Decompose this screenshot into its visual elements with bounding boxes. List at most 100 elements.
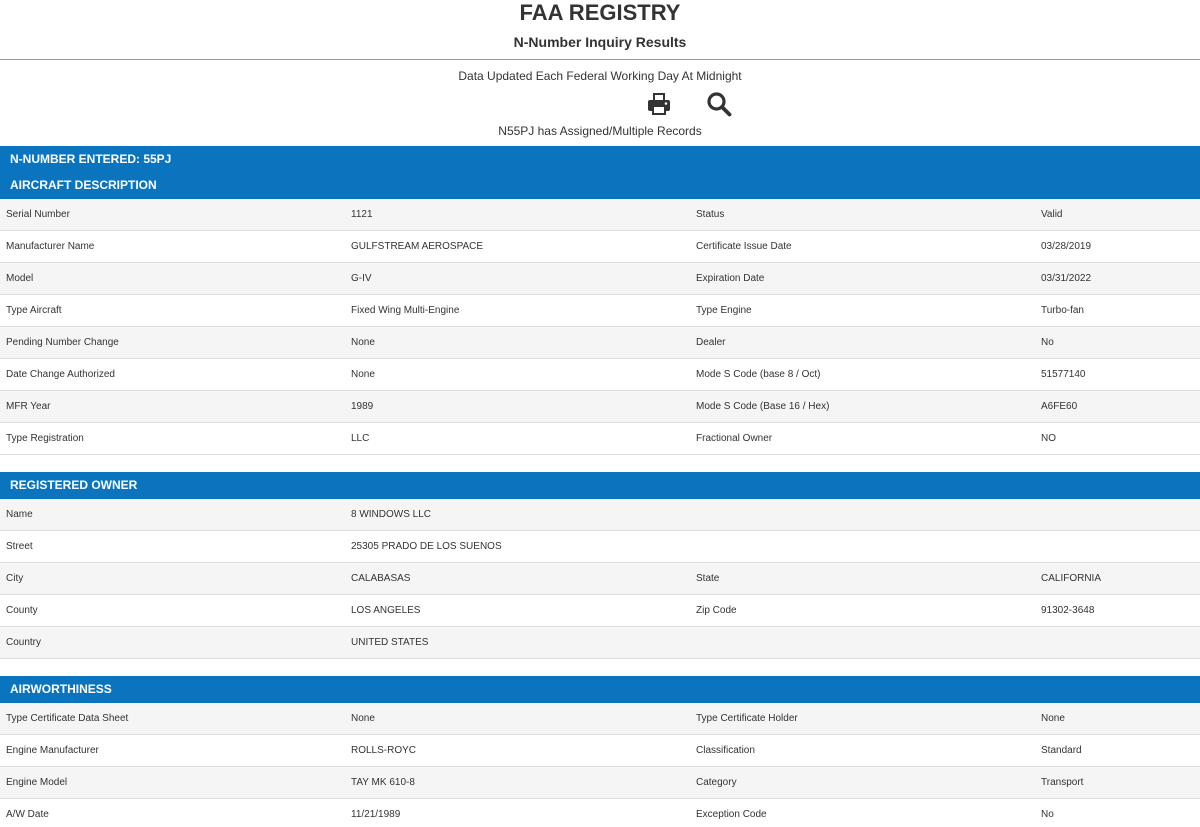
update-notice: Data Updated Each Federal Working Day At… — [458, 69, 742, 83]
table-row: Type Registration LLC Fractional Owner NO — [0, 422, 1200, 455]
field-label: Zip Code — [690, 594, 1035, 627]
table-row: Country UNITED STATES — [0, 626, 1200, 659]
table-row: Engine Model TAY MK 610-8 Category Transpor… — [0, 766, 1200, 799]
field-label: Certificate Issue Date — [690, 230, 1035, 263]
table-row: Model G-IV Expiration Date 03/31/2022 — [0, 262, 1200, 295]
aircraft-description-table: Serial Number 1121 Status Valid Manufacturer… — [0, 199, 1200, 455]
field-label: Expiration Date — [690, 262, 1035, 295]
table-row: Engine Manufacturer ROLLS-ROYC Classificat… — [0, 734, 1200, 767]
registered-owner-table: Name 8 WINDOWS LLC Street 25305 PRADO DE LO… — [0, 499, 1200, 659]
field-value: UNITED STATES — [345, 626, 690, 659]
field-value: 03/28/2019 — [1035, 230, 1200, 263]
field-value: None — [1035, 703, 1200, 735]
field-value: CALABASAS — [345, 562, 690, 595]
page-title: FAA REGISTRY — [519, 0, 681, 25]
field-label: Manufacturer Name — [0, 230, 345, 263]
table-row: A/W Date 11/21/1989 Exception Code No — [0, 798, 1200, 827]
field-label: Serial Number — [0, 199, 345, 231]
field-label: Dealer — [690, 326, 1035, 359]
field-value: 25305 PRADO DE LOS SUENOS — [345, 530, 690, 563]
field-label: Exception Code — [690, 798, 1035, 827]
field-label: Type Aircraft — [0, 294, 345, 327]
field-value — [1035, 499, 1200, 531]
field-label: Mode S Code (base 8 / Oct) — [690, 358, 1035, 391]
table-row: Name 8 WINDOWS LLC — [0, 499, 1200, 531]
print-icon[interactable] — [646, 91, 672, 117]
field-label: A/W Date — [0, 798, 345, 827]
field-label: Engine Model — [0, 766, 345, 799]
field-label: City — [0, 562, 345, 595]
field-label: Mode S Code (Base 16 / Hex) — [690, 390, 1035, 423]
n-number-entered-bar: N-NUMBER ENTERED: 55PJ — [0, 146, 1200, 172]
field-label: Pending Number Change — [0, 326, 345, 359]
field-value — [1035, 530, 1200, 563]
field-value: A6FE60 — [1035, 390, 1200, 423]
field-label: Classification — [690, 734, 1035, 767]
field-value: None — [345, 703, 690, 735]
field-label: Status — [690, 199, 1035, 231]
field-label: Model — [0, 262, 345, 295]
field-value: 11/21/1989 — [345, 798, 690, 827]
page-header: FAA REGISTRY N-Number Inquiry Results — [0, 0, 1200, 60]
field-value: LOS ANGELES — [345, 594, 690, 627]
field-label: Type Certificate Data Sheet — [0, 703, 345, 735]
field-label: State — [690, 562, 1035, 595]
table-row: Manufacturer Name GULFSTREAM AEROSPACE Cer… — [0, 230, 1200, 263]
field-label: Fractional Owner — [690, 422, 1035, 455]
field-value — [1035, 626, 1200, 659]
field-label: Street — [0, 530, 345, 563]
field-label: County — [0, 594, 345, 627]
table-row: Serial Number 1121 Status Valid — [0, 199, 1200, 231]
table-row: Type Certificate Data Sheet None Type Cert… — [0, 703, 1200, 735]
field-value: 91302-3648 — [1035, 594, 1200, 627]
field-label: Country — [0, 626, 345, 659]
field-value: 1121 — [345, 199, 690, 231]
field-value: TAY MK 610-8 — [345, 766, 690, 799]
field-value: No — [1035, 798, 1200, 827]
registered-owner-heading: REGISTERED OWNER — [0, 472, 1200, 499]
field-label: Category — [690, 766, 1035, 799]
info-area: Data Updated Each Federal Working Day At… — [0, 60, 1200, 146]
field-label: Type Registration — [0, 422, 345, 455]
field-label: Name — [0, 499, 345, 531]
table-row: Pending Number Change None Dealer No — [0, 326, 1200, 359]
field-value: None — [345, 326, 690, 359]
field-label: Type Engine — [690, 294, 1035, 327]
table-row: Date Change Authorized None Mode S Code (b… — [0, 358, 1200, 391]
field-label: Engine Manufacturer — [0, 734, 345, 767]
field-value: None — [345, 358, 690, 391]
field-value: Fixed Wing Multi-Engine — [345, 294, 690, 327]
field-value: NO — [1035, 422, 1200, 455]
field-label: MFR Year — [0, 390, 345, 423]
field-value: GULFSTREAM AEROSPACE — [345, 230, 690, 263]
field-label: Date Change Authorized — [0, 358, 345, 391]
field-value: 51577140 — [1035, 358, 1200, 391]
field-value: ROLLS-ROYC — [345, 734, 690, 767]
field-label: Type Certificate Holder — [690, 703, 1035, 735]
table-row: County LOS ANGELES Zip Code 91302-3648 — [0, 594, 1200, 627]
field-value: 03/31/2022 — [1035, 262, 1200, 295]
table-row: Street 25305 PRADO DE LOS SUENOS — [0, 530, 1200, 563]
field-value: 1989 — [345, 390, 690, 423]
field-value: Standard — [1035, 734, 1200, 767]
page-subtitle: N-Number Inquiry Results — [513, 34, 687, 50]
field-value: No — [1035, 326, 1200, 359]
records-notice: N55PJ has Assigned/Multiple Records — [498, 124, 702, 138]
airworthiness-heading: AIRWORTHINESS — [0, 676, 1200, 703]
field-label — [690, 530, 1035, 563]
field-value: 8 WINDOWS LLC — [345, 499, 690, 531]
field-value: Transport — [1035, 766, 1200, 799]
field-label — [690, 499, 1035, 531]
field-value: G-IV — [345, 262, 690, 295]
search-icon[interactable] — [706, 91, 732, 117]
airworthiness-table: Type Certificate Data Sheet None Type Cert… — [0, 703, 1200, 827]
field-value: CALIFORNIA — [1035, 562, 1200, 595]
field-value: LLC — [345, 422, 690, 455]
field-value: Turbo-fan — [1035, 294, 1200, 327]
field-label — [690, 626, 1035, 659]
table-row: Type Aircraft Fixed Wing Multi-Engine Type… — [0, 294, 1200, 327]
table-row: MFR Year 1989 Mode S Code (Base 16 / Hex) A… — [0, 390, 1200, 423]
aircraft-description-heading: AIRCRAFT DESCRIPTION — [0, 172, 1200, 199]
field-value: Valid — [1035, 199, 1200, 231]
table-row: City CALABASAS State CALIFORNIA — [0, 562, 1200, 595]
